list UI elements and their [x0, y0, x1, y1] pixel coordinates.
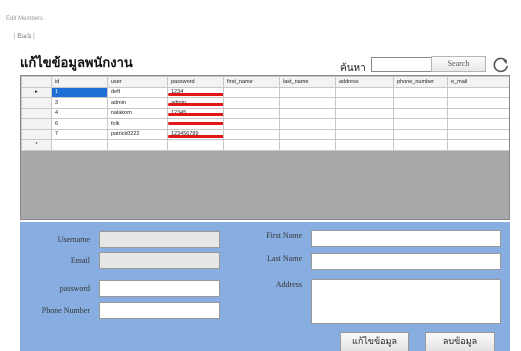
- cell-password[interactable]: 123456789: [167, 128, 224, 140]
- cell-phone-number[interactable]: [393, 128, 448, 140]
- email-field[interactable]: [99, 252, 220, 269]
- members-grid[interactable]: id user password first_name last_name ad…: [20, 75, 510, 220]
- cell-user[interactable]: nalakom: [107, 107, 168, 119]
- cell-user[interactable]: deft: [107, 86, 168, 98]
- cell-phone-number[interactable]: [393, 139, 448, 151]
- back-link[interactable]: | Back |: [14, 32, 35, 40]
- first-name-field[interactable]: [311, 230, 501, 247]
- table-row[interactable]: 4 nalakom 12345: [21, 107, 509, 119]
- new-row[interactable]: *: [21, 139, 509, 151]
- cell-id[interactable]: [51, 139, 108, 151]
- cell-phone-number[interactable]: [393, 97, 448, 109]
- last-name-field[interactable]: [311, 253, 501, 270]
- row-marker[interactable]: [21, 118, 52, 130]
- delete-button[interactable]: ลบข้อมูล: [425, 332, 495, 351]
- cell-password[interactable]: admin: [167, 97, 224, 109]
- cell-first-name[interactable]: [223, 107, 280, 119]
- cell-id[interactable]: 6: [51, 118, 108, 130]
- row-header-corner: [21, 76, 52, 88]
- cell-first-name[interactable]: [223, 118, 280, 130]
- redaction-mark: [168, 112, 223, 116]
- cell-first-name[interactable]: [223, 128, 280, 140]
- column-header-id[interactable]: id: [51, 76, 108, 88]
- new-row-marker[interactable]: *: [21, 139, 52, 151]
- row-marker[interactable]: [21, 97, 52, 109]
- column-header-address[interactable]: address: [335, 76, 394, 88]
- cell-e-mail[interactable]: [447, 139, 509, 151]
- window-title: Edit Members: [6, 16, 44, 22]
- phone-number-label: Phone Number: [41, 306, 90, 315]
- cell-user[interactable]: folk: [107, 118, 168, 130]
- cell-id[interactable]: 7: [51, 128, 108, 140]
- cell-id[interactable]: 3: [51, 97, 108, 109]
- email-label: Email: [70, 256, 90, 265]
- cell-password[interactable]: [167, 118, 224, 130]
- cell-address[interactable]: [335, 118, 394, 130]
- cell-last-name[interactable]: [279, 97, 336, 109]
- cell-first-name[interactable]: [223, 86, 280, 98]
- redaction-mark: [168, 103, 223, 106]
- cell-last-name[interactable]: [279, 128, 336, 140]
- cell-e-mail[interactable]: [447, 107, 509, 119]
- username-field[interactable]: [99, 231, 220, 248]
- row-marker[interactable]: [21, 107, 52, 119]
- cell-phone-number[interactable]: [393, 118, 448, 130]
- cell-address[interactable]: [335, 97, 394, 109]
- cell-e-mail[interactable]: [447, 128, 509, 140]
- first-name-label: First Name: [266, 231, 302, 240]
- redaction-mark: [168, 122, 223, 125]
- grid-header-row: id user password first_name last_name ad…: [21, 76, 509, 88]
- row-marker[interactable]: ▸: [21, 86, 52, 98]
- table-row[interactable]: ▸ 1 deft 1234: [21, 86, 509, 98]
- cell-last-name[interactable]: [279, 118, 336, 130]
- edit-form-panel: Username Email password Phone Number Fir…: [20, 222, 510, 351]
- cell-e-mail[interactable]: [447, 97, 509, 109]
- cell-e-mail[interactable]: [447, 86, 509, 98]
- cell-last-name[interactable]: [279, 86, 336, 98]
- password-field[interactable]: [99, 280, 220, 297]
- column-header-phone-number[interactable]: phone_number: [393, 76, 448, 88]
- refresh-icon[interactable]: [492, 56, 510, 74]
- cell-id[interactable]: 4: [51, 107, 108, 119]
- column-header-first-name[interactable]: first_name: [223, 76, 280, 88]
- search-label: ค้นหา: [340, 63, 366, 74]
- cell-user[interactable]: admin: [107, 97, 168, 109]
- column-header-e-mail[interactable]: e_mail: [447, 76, 509, 88]
- cell-address[interactable]: [335, 128, 394, 140]
- cell-password[interactable]: 1234: [167, 86, 224, 98]
- password-label: password: [59, 284, 90, 293]
- address-label: Address: [275, 280, 302, 289]
- cell-user[interactable]: [107, 139, 168, 151]
- address-field[interactable]: [311, 279, 501, 324]
- username-label: Username: [57, 235, 90, 244]
- phone-number-field[interactable]: [99, 302, 220, 319]
- cell-phone-number[interactable]: [393, 107, 448, 119]
- cell-id[interactable]: 1: [51, 86, 108, 98]
- cell-user[interactable]: patrick0222: [107, 128, 168, 140]
- cell-address[interactable]: [335, 139, 394, 151]
- cell-address[interactable]: [335, 86, 394, 98]
- cell-first-name[interactable]: [223, 139, 280, 151]
- cell-first-name[interactable]: [223, 97, 280, 109]
- cell-password[interactable]: 12345: [167, 107, 224, 119]
- table-row[interactable]: 3 admin admin: [21, 97, 509, 109]
- column-header-user[interactable]: user: [107, 76, 168, 88]
- table-row[interactable]: 7 patrick0222 123456789: [21, 128, 509, 140]
- redaction-mark: [168, 134, 223, 138]
- cell-password[interactable]: [167, 139, 224, 151]
- cell-address[interactable]: [335, 107, 394, 119]
- search-button[interactable]: Search: [431, 56, 486, 72]
- row-marker[interactable]: [21, 128, 52, 140]
- cell-phone-number[interactable]: [393, 86, 448, 98]
- cell-last-name[interactable]: [279, 107, 336, 119]
- redaction-mark: [168, 92, 223, 96]
- cell-e-mail[interactable]: [447, 118, 509, 130]
- edit-button[interactable]: แก้ไขข้อมูล: [340, 332, 409, 351]
- table-row[interactable]: 6 folk: [21, 118, 509, 130]
- page-title: แก้ไขข้อมูลพนักงาน: [20, 56, 133, 71]
- column-header-last-name[interactable]: last_name: [279, 76, 336, 88]
- last-name-label: Last Name: [267, 254, 302, 263]
- cell-last-name[interactable]: [279, 139, 336, 151]
- column-header-password[interactable]: password: [167, 76, 224, 88]
